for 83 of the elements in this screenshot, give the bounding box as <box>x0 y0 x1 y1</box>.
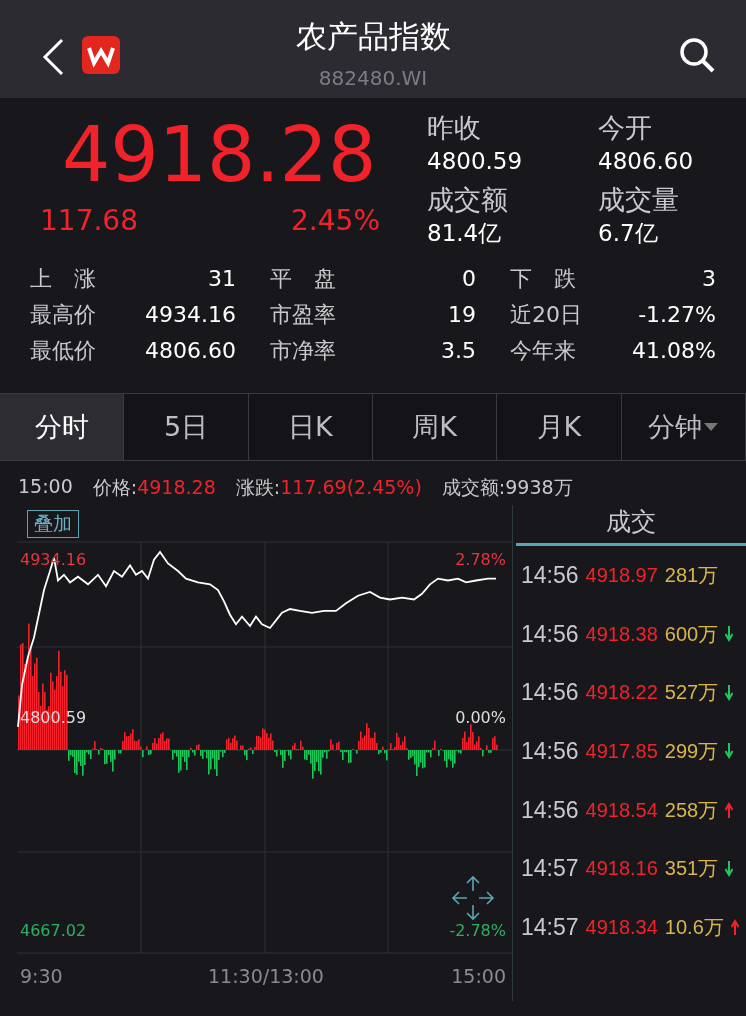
stat-value: 41.08% <box>632 337 716 365</box>
stat-label: 市盈率 <box>270 301 336 329</box>
stat-value: 3 <box>702 265 716 293</box>
trade-time: 14:56 <box>521 561 579 589</box>
trade-volume: 281万 <box>664 562 719 588</box>
stat-value: 81.4亿 <box>427 219 503 248</box>
app-logo-icon <box>82 36 120 74</box>
trade-price: 4918.16 <box>585 857 658 881</box>
index-code: 882480.WI <box>318 66 428 90</box>
stat-label: 平 盘 <box>270 265 336 293</box>
trade-time: 14:56 <box>521 737 579 765</box>
chart-tab[interactable]: 分钟 <box>621 394 746 460</box>
trade-time: 14:57 <box>521 855 579 883</box>
trade-price: 4918.22 <box>585 681 658 705</box>
stat-label: 今年来 <box>510 337 576 365</box>
stat-value: 4806.60 <box>598 147 695 176</box>
trade-volume: 299万 <box>664 738 719 764</box>
up-arrow-icon <box>725 802 734 819</box>
down-arrow-icon <box>725 684 734 701</box>
stat-label: 市净率 <box>270 337 336 365</box>
stat-value: 0 <box>462 265 476 293</box>
trade-volume: 600万 <box>664 621 719 647</box>
trade-time: 14:56 <box>521 620 579 648</box>
info-change: 涨跌:117.69(2.45%) <box>235 475 422 500</box>
chart-tab[interactable]: 5日 <box>124 394 249 460</box>
chart-tab[interactable]: 周K <box>373 394 498 460</box>
trades-header: 成交 <box>516 505 746 546</box>
time-label: 11:30/13:00 <box>208 965 324 987</box>
chart-tab[interactable]: 分时 <box>0 394 125 460</box>
axis-label: 0.00% <box>455 708 506 727</box>
page-title: 农产品指数 <box>295 17 451 56</box>
stat-value: 19 <box>448 301 476 329</box>
time-label: 15:00 <box>451 965 506 987</box>
move-icon <box>451 875 495 921</box>
stat-label: 上 涨 <box>30 265 96 293</box>
info-amount: 成交额:9938万 <box>441 475 573 500</box>
axis-label: 2.78% <box>455 550 506 569</box>
trade-volume: 351万 <box>664 856 719 882</box>
trade-price: 4918.97 <box>585 563 658 587</box>
info-price: 价格:4918.28 <box>92 475 216 500</box>
price-change: 117.68 <box>40 204 138 237</box>
up-arrow-icon <box>730 919 739 936</box>
change-percent: 2.45% <box>291 204 380 237</box>
trade-time: 14:56 <box>521 679 579 707</box>
stat-value: 4806.60 <box>145 337 236 365</box>
axis-label: 4934.16 <box>20 550 87 569</box>
trade-volume: 10.6万 <box>664 914 724 940</box>
trade-time: 14:56 <box>521 796 579 824</box>
search-icon[interactable] <box>678 36 716 74</box>
trade-volume: 258万 <box>664 797 719 823</box>
trade-price: 4918.38 <box>585 622 658 646</box>
stat-value: 4800.59 <box>427 147 524 176</box>
axis-label: -2.78% <box>449 921 506 940</box>
trade-price: 4918.54 <box>585 798 658 822</box>
stat-value: 4934.16 <box>145 301 236 329</box>
trade-price: 4917.85 <box>585 739 658 763</box>
stat-value: -1.27% <box>638 301 716 329</box>
caret-icon <box>704 423 719 431</box>
stat-value: 3.5 <box>441 337 476 365</box>
time-label: 9:30 <box>20 965 63 987</box>
down-arrow-icon <box>725 626 734 643</box>
stat-label: 成交量 <box>598 183 680 217</box>
back-icon[interactable] <box>42 38 64 76</box>
info-time: 15:00 <box>18 475 73 499</box>
stat-label: 成交额 <box>427 183 509 217</box>
overlay-button[interactable]: 叠加 <box>27 510 79 538</box>
stat-label: 近20日 <box>510 301 582 329</box>
current-price: 4918.28 <box>61 110 378 200</box>
stat-label: 最低价 <box>30 337 96 365</box>
trade-volume: 527万 <box>664 680 719 706</box>
stat-label: 最高价 <box>30 301 96 329</box>
stat-label: 下 跌 <box>510 265 576 293</box>
stat-value: 6.7亿 <box>598 219 659 248</box>
trade-price: 4918.34 <box>585 915 658 939</box>
stat-value: 31 <box>208 265 236 293</box>
down-arrow-icon <box>725 743 734 760</box>
axis-label: 4667.02 <box>20 921 87 940</box>
stat-label: 今开 <box>598 111 653 145</box>
chart-tab[interactable]: 月K <box>497 394 622 460</box>
stat-label: 昨收 <box>427 111 482 145</box>
chart-tab[interactable]: 日K <box>248 394 373 460</box>
trade-time: 14:57 <box>521 913 579 941</box>
down-arrow-icon <box>725 860 734 877</box>
